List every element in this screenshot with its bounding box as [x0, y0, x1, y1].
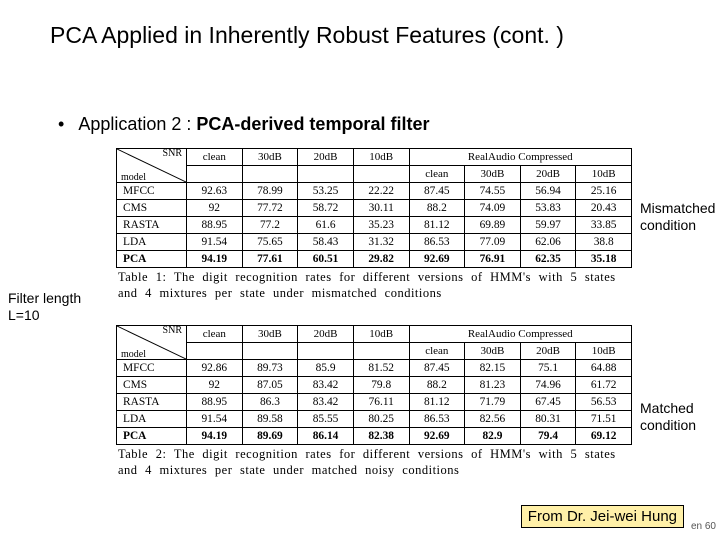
table-row: SNR model clean 30dB 20dB 10dB RealAudio…	[117, 149, 632, 166]
bullet-dot: •	[58, 114, 64, 134]
table-row: RASTA88.9586.383.4276.1181.1271.7967.455…	[117, 394, 632, 411]
annotation-filter-length: Filter length L=10	[8, 290, 108, 324]
diag-top-label: SNR	[163, 149, 182, 160]
h2c3: 10dB	[353, 326, 409, 343]
h1c7: 10dB	[576, 166, 632, 183]
diag-top-label: SNR	[163, 326, 182, 337]
h1c4: clean	[409, 166, 465, 183]
diag-bottom-label: model	[121, 349, 146, 360]
diag-bottom-label: model	[121, 172, 146, 183]
annotation-mismatched: Mismatched condition	[640, 200, 720, 234]
table-row: clean 30dB 20dB 10dB	[117, 166, 632, 183]
h1c2: 20dB	[298, 149, 354, 166]
table-row: MFCC92.6378.9953.2522.2287.4574.5556.942…	[117, 183, 632, 200]
h1c6: 20dB	[520, 166, 576, 183]
table-2-caption: Table 2: The digit recognition rates for…	[116, 447, 632, 478]
credit-box: From Dr. Jei-wei Hung	[521, 505, 684, 528]
h2c6: 20dB	[520, 343, 576, 360]
bullet-plain: Application 2 :	[78, 114, 196, 134]
table-row: SNR model clean 30dB 20dB 10dB RealAudio…	[117, 326, 632, 343]
h1c0: clean	[187, 149, 243, 166]
h2c0: clean	[187, 326, 243, 343]
table-1-wrap: SNR model clean 30dB 20dB 10dB RealAudio…	[116, 148, 632, 301]
page-number-fragment: en 60	[691, 521, 716, 532]
h2c2: 20dB	[298, 326, 354, 343]
table-2-wrap: SNR model clean 30dB 20dB 10dB RealAudio…	[116, 325, 632, 478]
h1c5: 30dB	[465, 166, 521, 183]
slide-title: PCA Applied in Inherently Robust Feature…	[50, 22, 700, 49]
table-row: LDA91.5489.5885.5580.2586.5382.5680.3171…	[117, 411, 632, 428]
table-row: PCA94.1989.6986.1482.3892.6982.979.469.1…	[117, 428, 632, 445]
table-row: RASTA88.9577.261.635.2381.1269.8959.9733…	[117, 217, 632, 234]
h2c1: 30dB	[242, 326, 298, 343]
h2c4: clean	[409, 343, 465, 360]
slide: PCA Applied in Inherently Robust Feature…	[0, 0, 720, 540]
table-row: CMS9287.0583.4279.888.281.2374.9661.72	[117, 377, 632, 394]
bullet-bold: PCA-derived temporal filter	[196, 114, 429, 134]
h2c7: 10dB	[576, 343, 632, 360]
h2group2: RealAudio Compressed	[409, 326, 632, 343]
table-row: clean 30dB 20dB 10dB	[117, 343, 632, 360]
h1c1: 30dB	[242, 149, 298, 166]
table-row: CMS9277.7258.7230.1188.274.0953.8320.43	[117, 200, 632, 217]
table-1-caption: Table 1: The digit recognition rates for…	[116, 270, 632, 301]
table-1: SNR model clean 30dB 20dB 10dB RealAudio…	[116, 148, 632, 268]
table-row: MFCC92.8689.7385.981.5287.4582.1575.164.…	[117, 360, 632, 377]
h1group2: RealAudio Compressed	[409, 149, 632, 166]
table-row: LDA91.5475.6558.4331.3286.5377.0962.0638…	[117, 234, 632, 251]
h1c3: 10dB	[353, 149, 409, 166]
table-row: PCA94.1977.6160.5129.8292.6976.9162.3535…	[117, 251, 632, 268]
annotation-matched: Matched condition	[640, 400, 720, 434]
table-2: SNR model clean 30dB 20dB 10dB RealAudio…	[116, 325, 632, 445]
h2c5: 30dB	[465, 343, 521, 360]
bullet-item: • Application 2 : PCA-derived temporal f…	[58, 114, 429, 135]
